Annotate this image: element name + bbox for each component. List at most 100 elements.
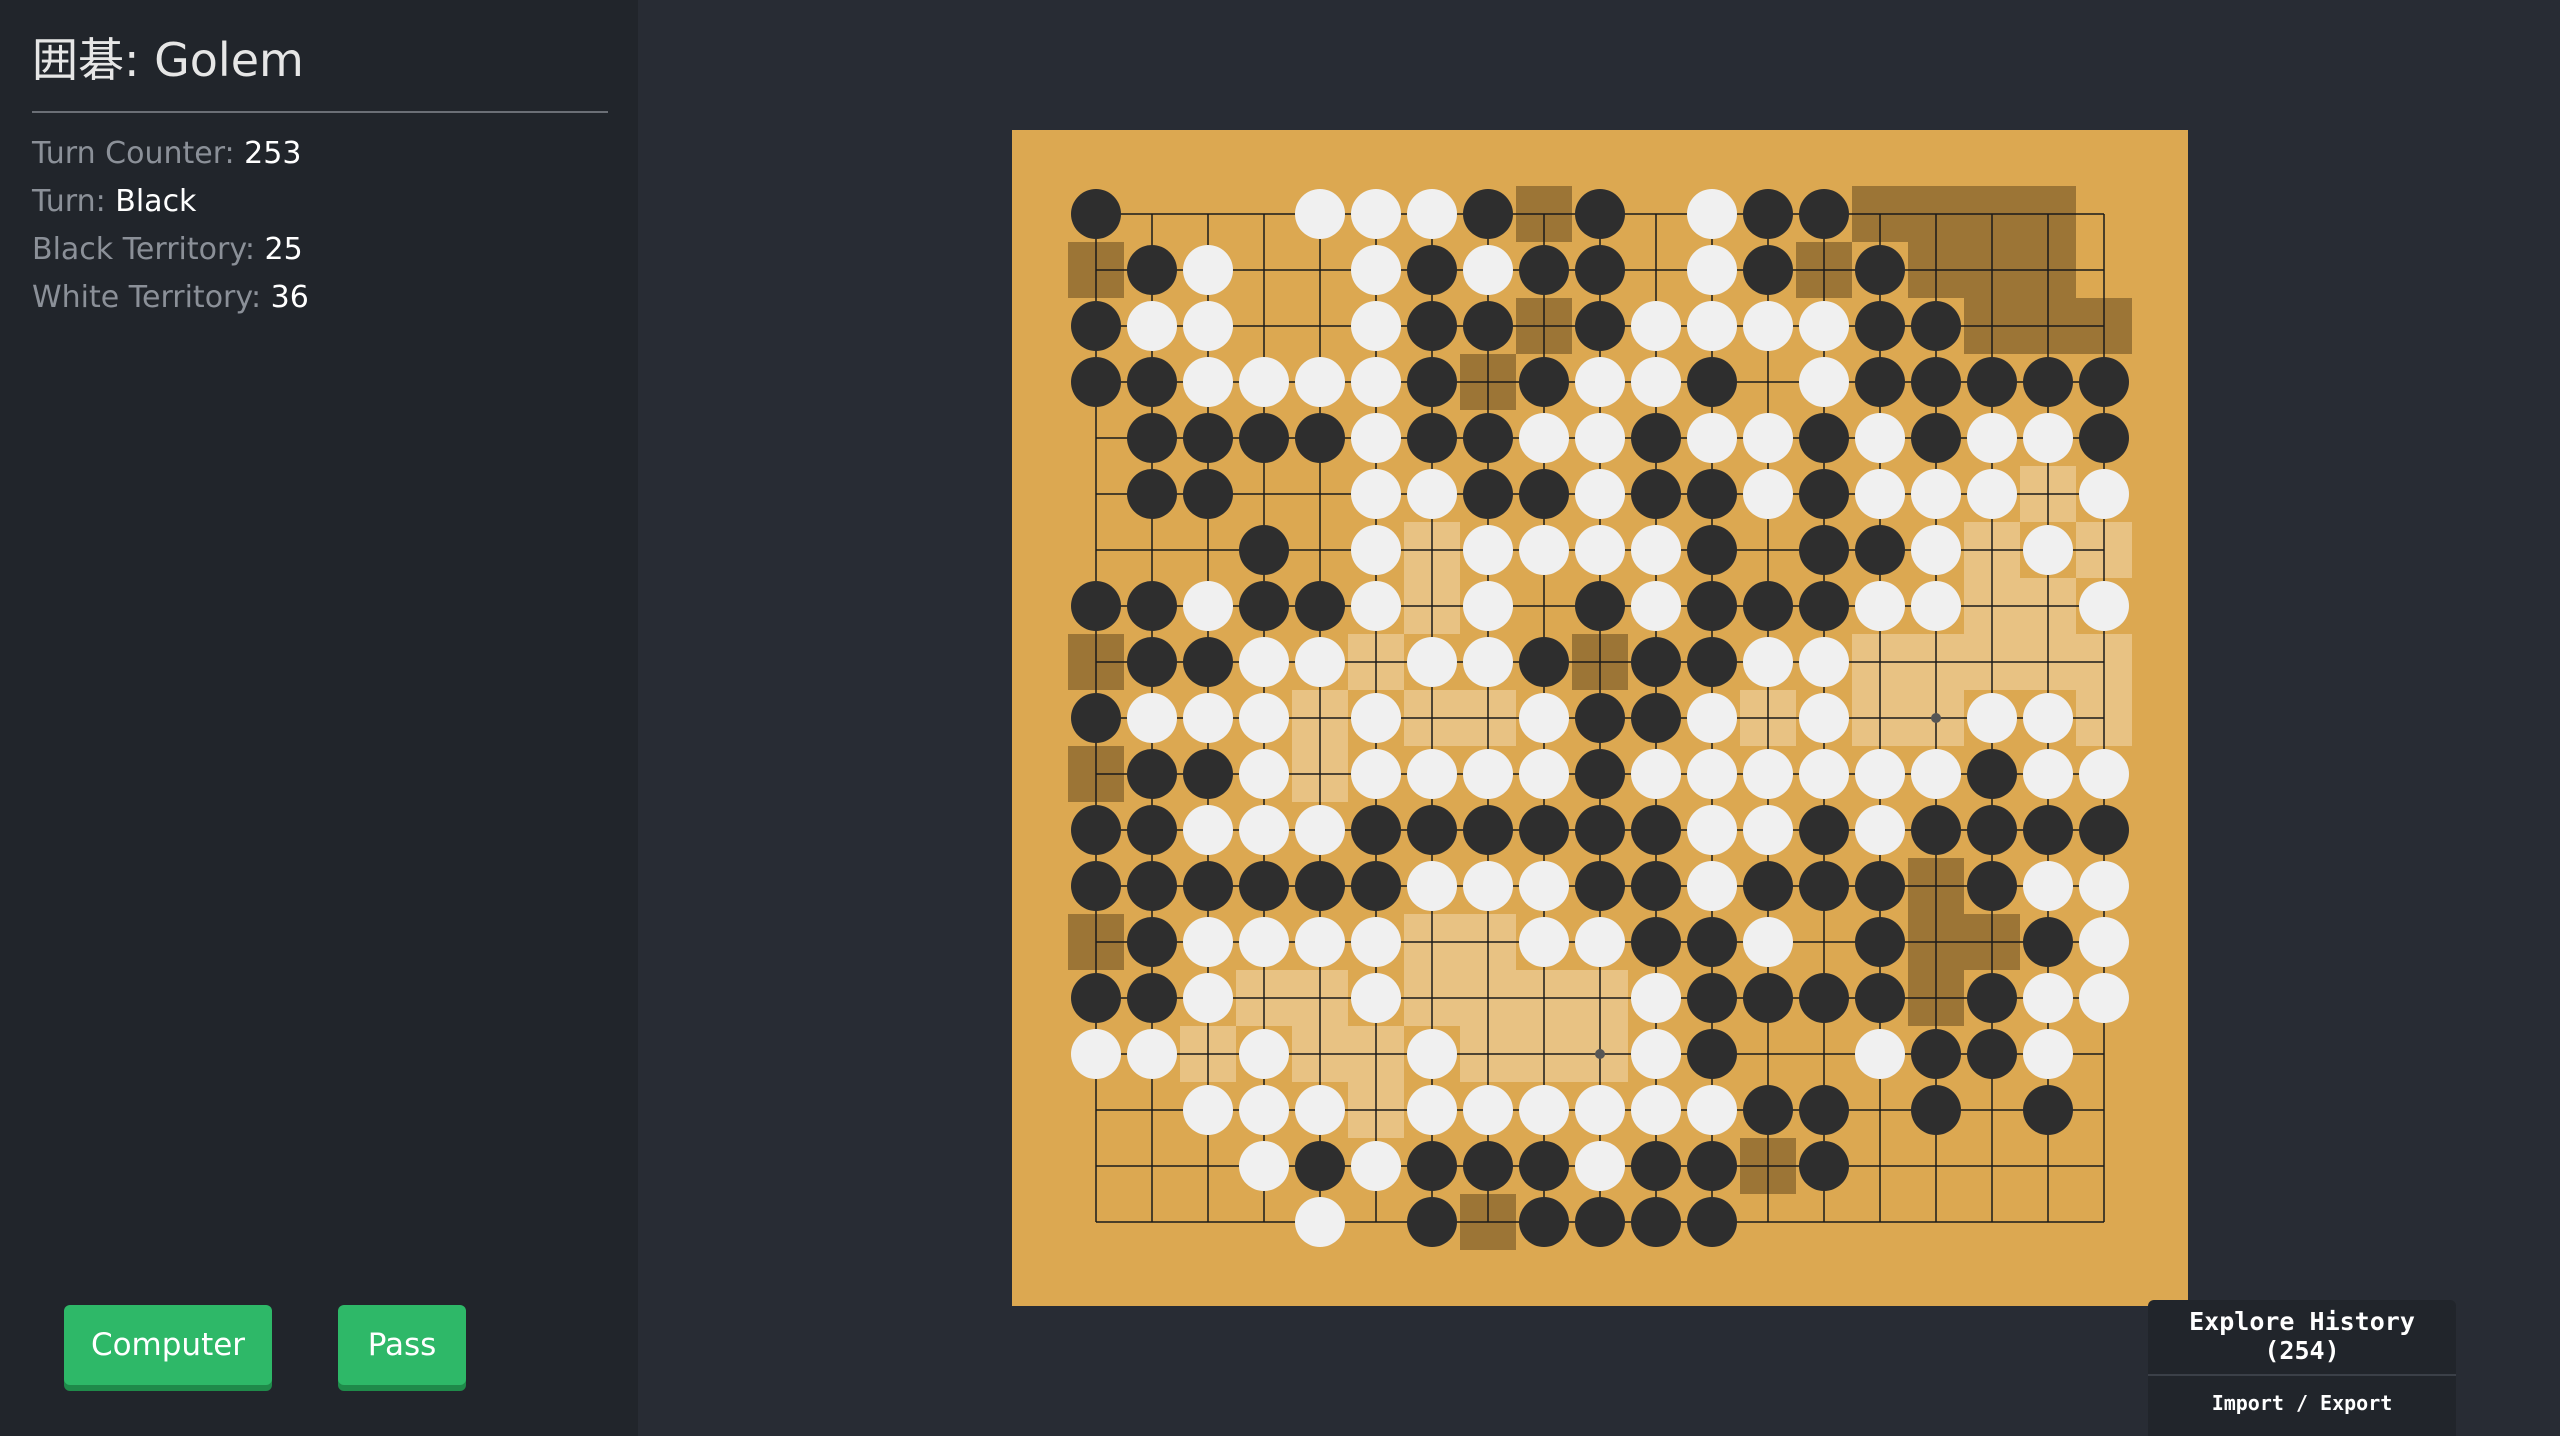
black-stone[interactable] bbox=[1071, 301, 1121, 351]
white-stone[interactable] bbox=[2079, 861, 2129, 911]
black-stone[interactable] bbox=[1687, 973, 1737, 1023]
black-stone[interactable] bbox=[1743, 1085, 1793, 1135]
black-stone[interactable] bbox=[1967, 973, 2017, 1023]
explore-history-button[interactable]: Explore History (254) bbox=[2148, 1300, 2456, 1372]
black-stone[interactable] bbox=[1127, 413, 1177, 463]
black-stone[interactable] bbox=[1127, 973, 1177, 1023]
black-stone[interactable] bbox=[1407, 1197, 1457, 1247]
black-stone[interactable] bbox=[1351, 861, 1401, 911]
black-stone[interactable] bbox=[1127, 805, 1177, 855]
white-stone[interactable] bbox=[1911, 525, 1961, 575]
white-stone[interactable] bbox=[2079, 973, 2129, 1023]
black-stone[interactable] bbox=[1575, 301, 1625, 351]
white-stone[interactable] bbox=[1743, 301, 1793, 351]
black-stone[interactable] bbox=[1127, 749, 1177, 799]
black-stone[interactable] bbox=[1071, 189, 1121, 239]
white-stone[interactable] bbox=[2023, 861, 2073, 911]
black-stone[interactable] bbox=[1967, 805, 2017, 855]
black-stone[interactable] bbox=[1799, 189, 1849, 239]
black-stone[interactable] bbox=[1575, 749, 1625, 799]
black-stone[interactable] bbox=[1239, 525, 1289, 575]
black-stone[interactable] bbox=[1575, 861, 1625, 911]
white-stone[interactable] bbox=[1799, 637, 1849, 687]
white-stone[interactable] bbox=[1351, 189, 1401, 239]
white-stone[interactable] bbox=[1519, 413, 1569, 463]
black-stone[interactable] bbox=[1687, 637, 1737, 687]
white-stone[interactable] bbox=[1631, 357, 1681, 407]
black-stone[interactable] bbox=[1631, 917, 1681, 967]
white-stone[interactable] bbox=[1519, 861, 1569, 911]
black-stone[interactable] bbox=[1071, 693, 1121, 743]
black-stone[interactable] bbox=[1183, 749, 1233, 799]
black-stone[interactable] bbox=[1463, 189, 1513, 239]
black-stone[interactable] bbox=[1855, 525, 1905, 575]
black-stone[interactable] bbox=[1631, 1197, 1681, 1247]
black-stone[interactable] bbox=[1183, 413, 1233, 463]
white-stone[interactable] bbox=[1799, 749, 1849, 799]
black-stone[interactable] bbox=[2023, 357, 2073, 407]
black-stone[interactable] bbox=[1575, 805, 1625, 855]
white-stone[interactable] bbox=[1407, 749, 1457, 799]
white-stone[interactable] bbox=[1351, 301, 1401, 351]
black-stone[interactable] bbox=[1855, 917, 1905, 967]
white-stone[interactable] bbox=[1239, 1029, 1289, 1079]
white-stone[interactable] bbox=[1575, 917, 1625, 967]
black-stone[interactable] bbox=[1799, 973, 1849, 1023]
black-stone[interactable] bbox=[1519, 637, 1569, 687]
white-stone[interactable] bbox=[2079, 469, 2129, 519]
white-stone[interactable] bbox=[1743, 749, 1793, 799]
black-stone[interactable] bbox=[1911, 1029, 1961, 1079]
black-stone[interactable] bbox=[1687, 581, 1737, 631]
white-stone[interactable] bbox=[1519, 525, 1569, 575]
white-stone[interactable] bbox=[1351, 749, 1401, 799]
black-stone[interactable] bbox=[1911, 1085, 1961, 1135]
white-stone[interactable] bbox=[1855, 1029, 1905, 1079]
white-stone[interactable] bbox=[1351, 525, 1401, 575]
black-stone[interactable] bbox=[1967, 749, 2017, 799]
white-stone[interactable] bbox=[1687, 189, 1737, 239]
black-stone[interactable] bbox=[1631, 413, 1681, 463]
white-stone[interactable] bbox=[2023, 1029, 2073, 1079]
white-stone[interactable] bbox=[1575, 1141, 1625, 1191]
white-stone[interactable] bbox=[1295, 189, 1345, 239]
black-stone[interactable] bbox=[1463, 301, 1513, 351]
black-stone[interactable] bbox=[1631, 805, 1681, 855]
white-stone[interactable] bbox=[1351, 245, 1401, 295]
white-stone[interactable] bbox=[1463, 1085, 1513, 1135]
white-stone[interactable] bbox=[2079, 581, 2129, 631]
white-stone[interactable] bbox=[1239, 805, 1289, 855]
black-stone[interactable] bbox=[1687, 1029, 1737, 1079]
white-stone[interactable] bbox=[1575, 413, 1625, 463]
black-stone[interactable] bbox=[1519, 1141, 1569, 1191]
import-export-button[interactable]: Import / Export bbox=[2148, 1380, 2456, 1426]
white-stone[interactable] bbox=[2023, 413, 2073, 463]
white-stone[interactable] bbox=[1183, 917, 1233, 967]
white-stone[interactable] bbox=[1239, 1141, 1289, 1191]
black-stone[interactable] bbox=[1407, 301, 1457, 351]
go-board[interactable] bbox=[1012, 130, 2188, 1306]
white-stone[interactable] bbox=[1351, 917, 1401, 967]
black-stone[interactable] bbox=[1967, 1029, 2017, 1079]
black-stone[interactable] bbox=[1911, 805, 1961, 855]
white-stone[interactable] bbox=[1239, 1085, 1289, 1135]
white-stone[interactable] bbox=[1799, 301, 1849, 351]
white-stone[interactable] bbox=[1183, 301, 1233, 351]
black-stone[interactable] bbox=[1687, 917, 1737, 967]
black-stone[interactable] bbox=[1127, 637, 1177, 687]
black-stone[interactable] bbox=[1967, 861, 2017, 911]
white-stone[interactable] bbox=[1687, 861, 1737, 911]
white-stone[interactable] bbox=[1351, 581, 1401, 631]
computer-button[interactable]: Computer bbox=[64, 1305, 272, 1385]
white-stone[interactable] bbox=[1967, 469, 2017, 519]
black-stone[interactable] bbox=[1183, 861, 1233, 911]
white-stone[interactable] bbox=[1407, 1029, 1457, 1079]
white-stone[interactable] bbox=[1183, 357, 1233, 407]
white-stone[interactable] bbox=[1239, 749, 1289, 799]
white-stone[interactable] bbox=[2023, 973, 2073, 1023]
white-stone[interactable] bbox=[1911, 749, 1961, 799]
black-stone[interactable] bbox=[1295, 861, 1345, 911]
black-stone[interactable] bbox=[1071, 861, 1121, 911]
white-stone[interactable] bbox=[1743, 805, 1793, 855]
black-stone[interactable] bbox=[1463, 805, 1513, 855]
white-stone[interactable] bbox=[2079, 917, 2129, 967]
